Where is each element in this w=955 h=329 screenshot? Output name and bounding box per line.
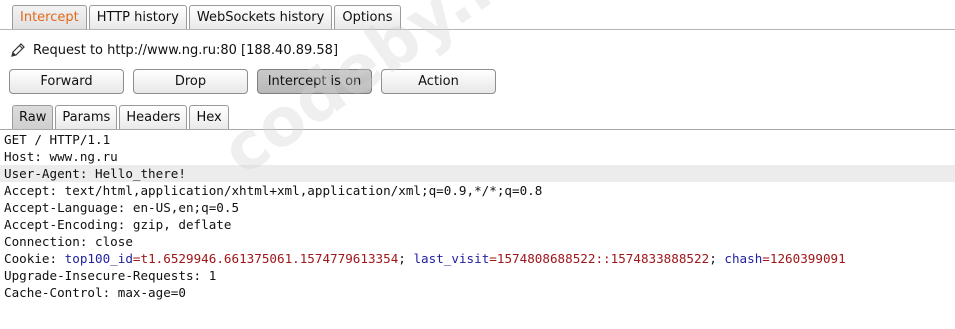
proxy-tabs: Intercept HTTP history WebSockets histor… [12,4,403,29]
header-line: Accept-Encoding: gzip, deflate [4,217,232,232]
forward-button[interactable]: Forward [9,69,124,94]
header-line: Accept: text/html,application/xhtml+xml,… [4,183,543,198]
raw-request-editor[interactable]: GET / HTTP/1.1 Host: www.ng.ru User-Agen… [0,131,955,329]
request-line: GET / HTTP/1.1 [4,132,111,147]
cookie-value: =1260399091 [762,251,846,266]
header-line: Upgrade-Insecure-Requests: 1 [4,268,217,283]
intercept-toggle-button[interactable]: Intercept is on [257,69,372,94]
cookie-prefix: Cookie: [4,251,65,266]
cookie-value: =1574808688522::1574833888522 [489,251,710,266]
tab-divider [0,29,955,30]
pencil-icon [9,41,27,59]
cookie-separator: ; [398,251,414,266]
tab-raw[interactable]: Raw [12,105,54,129]
cookie-key: top100_id [64,251,133,266]
tab-options[interactable]: Options [334,5,401,29]
request-target-text: Request to http://www.ng.ru:80 [188.40.8… [33,42,339,58]
tab-params[interactable]: Params [55,105,118,129]
header-line: Cache-Control: max-age=0 [4,285,186,300]
header-line: Connection: close [4,234,133,249]
header-line-highlighted: User-Agent: Hello_there! [0,165,955,182]
drop-button[interactable]: Drop [133,69,248,94]
tab-intercept[interactable]: Intercept [12,5,87,29]
tab-headers[interactable]: Headers [119,105,188,129]
cookie-header-line: Cookie: top100_id=t1.6529946.661375061.1… [0,250,955,267]
message-view-tabs: Raw Params Headers Hex [12,104,231,129]
request-info: Request to http://www.ng.ru:80 [188.40.8… [9,40,338,60]
action-button[interactable]: Action [381,69,496,94]
tab-hex[interactable]: Hex [189,105,229,129]
tab-http-history[interactable]: HTTP history [88,5,187,29]
cookie-separator: ; [709,251,725,266]
tab-websockets-history[interactable]: WebSockets history [188,5,333,29]
header-line: Accept-Language: en-US,en;q=0.5 [4,200,240,215]
sub-tab-divider [0,129,955,130]
cookie-value: =t1.6529946.661375061.1574779613354 [132,251,399,266]
proxy-intercept-panel: Intercept HTTP history WebSockets histor… [0,0,955,329]
header-line: Host: www.ng.ru [4,149,118,164]
cookie-key: chash [724,251,763,266]
cookie-key: last_visit [413,251,490,266]
